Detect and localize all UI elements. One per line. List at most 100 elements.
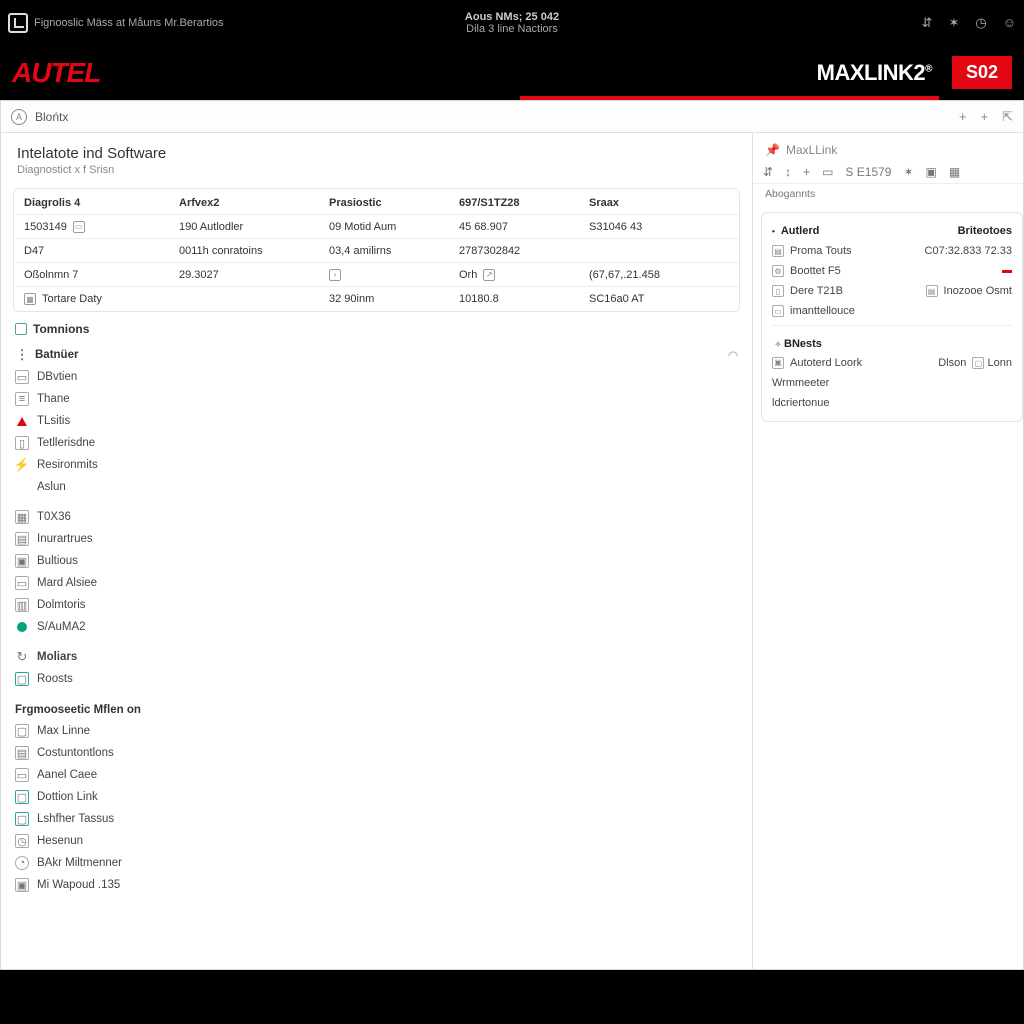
table-row[interactable]: D47 0011h conratoins 03,4 amilirns 27873… — [14, 239, 739, 263]
nav-item[interactable]: ▭DBvtien — [13, 366, 740, 388]
side-tool-4[interactable]: ▭ — [822, 165, 833, 179]
system-icon-2[interactable]: ✶ — [948, 15, 959, 31]
nav-item[interactable]: ▣Bultious — [13, 550, 740, 572]
nav-item[interactable]: ▤Costuntontlons — [13, 742, 740, 764]
col-header-1[interactable]: Diagrolis 4 — [24, 197, 179, 209]
data-grid: Diagrolis 4 Arfvex2 Prasiostic 697/S1TZ2… — [13, 188, 740, 312]
nav-item[interactable]: ≡Thane — [13, 388, 740, 410]
col-header-3[interactable]: Prasiostic — [329, 197, 459, 209]
nav-head-2[interactable]: Frgmooseetic Mflen on — [13, 698, 740, 720]
module-icon: ▣ — [15, 878, 29, 892]
brand-autel: AUTEL — [12, 57, 100, 89]
nav-item[interactable]: ▢Dottion Link — [13, 786, 740, 808]
side-row[interactable]: ldcriertonue — [772, 393, 1012, 413]
nav-item[interactable]: TLsitis — [13, 410, 740, 432]
breadcrumb-toolbar: A Blońtx + + ⇱ — [1, 101, 1023, 133]
home-icon[interactable]: A — [11, 109, 27, 125]
side-toolbar-label: Abogannts — [753, 184, 1023, 204]
page-icon: ▯ — [772, 285, 784, 297]
nav-item[interactable]: ▭Mard Alsiee — [13, 572, 740, 594]
table-row[interactable]: ▦Tortare Daty 32 90inm 10180.8 SC16a0 AT — [14, 287, 739, 311]
spark-icon: ✧ — [772, 339, 784, 351]
nav-item[interactable]: ◔BAkr Miltmenner — [13, 852, 740, 874]
side-row[interactable]: ⚙Boottet F5 — [772, 261, 1012, 281]
nav-item[interactable]: ▥Dolmtoris — [13, 594, 740, 616]
side-row[interactable]: ▣Autoterd Loork Dlson ▢ Lonn — [772, 353, 1012, 374]
pin-icon[interactable]: 📌 — [765, 143, 780, 157]
side-toolbar: ⇵ ↕ + ▭ S E1579 ✶ ▣ ▦ — [753, 161, 1023, 184]
shield-icon: ▢ — [15, 812, 29, 826]
side-tool-6[interactable]: ▣ — [926, 165, 937, 179]
nav-item[interactable]: ◷Hesenun — [13, 830, 740, 852]
spinner-icon: ◠ — [728, 348, 738, 362]
nav-item[interactable]: ▭Aanel Caee — [13, 764, 740, 786]
nav-item[interactable]: S/AuMA2 — [13, 616, 740, 638]
side-row[interactable]: ▭imanttellouce — [772, 301, 1012, 321]
nav-item[interactable]: ▢Lshfher Tassus — [13, 808, 740, 830]
row-expand-icon[interactable]: ▭ — [73, 221, 85, 233]
side-tool-5[interactable]: ✶ — [903, 165, 913, 179]
title-bar: Fignooslic Mäss at Måuns Mr.Berartios Ao… — [0, 0, 1024, 45]
list-icon: ≡ — [15, 392, 29, 406]
gear-icon: ⚙ — [772, 265, 784, 277]
system-icon-user[interactable]: ☺ — [1003, 15, 1016, 31]
nav-item[interactable]: ▢Max Linne — [13, 720, 740, 742]
page-title: Intelatote ind Software — [17, 145, 736, 162]
row-link-icon[interactable]: ↗ — [483, 269, 495, 281]
tool-icon: ▤ — [772, 245, 784, 257]
cube-icon: ▣ — [15, 554, 29, 568]
nav-item[interactable]: ▤Inurartrues — [13, 528, 740, 550]
nav-item[interactable]: ↻Moliars — [13, 646, 740, 668]
sq-icon: ▢ — [972, 357, 984, 369]
row-action-icon[interactable]: › — [329, 269, 341, 281]
status-dot-icon — [15, 620, 29, 634]
panel-icon: ▭ — [15, 768, 29, 782]
col-header-2[interactable]: Arfvex2 — [179, 197, 329, 209]
nav-item[interactable]: ⚡Resironmits — [13, 454, 740, 476]
toolbar-add-icon[interactable]: + — [959, 109, 967, 125]
grid-icon: ▤ — [15, 532, 29, 546]
calendar-icon: ▦ — [24, 293, 36, 305]
folder-icon — [15, 323, 27, 335]
warning-icon — [15, 414, 29, 428]
system-icon-1[interactable]: ⇵ — [922, 15, 933, 31]
db-icon: ▤ — [926, 285, 938, 297]
table-row[interactable]: 1503149▭ 190 Autlodler 09 Motid Aum 45 6… — [14, 215, 739, 239]
side-row[interactable]: Wrmmeeter — [772, 373, 1012, 393]
side-row[interactable]: ▯Dere T21B ▤Inozooe Osmt — [772, 281, 1012, 301]
side-tool-3[interactable]: + — [803, 165, 810, 179]
nav-item[interactable]: ▣Mi Wapoud .135 — [13, 874, 740, 896]
bolt-icon: ⚡ — [15, 458, 29, 472]
col-header-5[interactable]: Sraax — [589, 197, 689, 209]
app-menu-icon[interactable] — [8, 13, 28, 33]
nav-head-1[interactable]: ⋮ Batnüer ◠ — [13, 342, 740, 366]
tag-icon: ▢ — [15, 672, 29, 686]
toolbar-export-icon[interactable]: ⇱ — [1002, 109, 1013, 125]
nav-item[interactable]: ▦T0X36 — [13, 506, 740, 528]
gauge-icon: ◔ — [15, 856, 29, 870]
brand-badge: S02 — [952, 56, 1012, 89]
title-center-line1: Aous NMs; 25 042 — [465, 11, 559, 23]
side-tool-2[interactable]: ↕ — [785, 165, 791, 179]
toolbar-plus-icon[interactable]: + — [981, 109, 989, 125]
box-icon: ▭ — [15, 370, 29, 384]
side-row[interactable]: ▤Proma Touts C07:32.833 72.33 — [772, 241, 1012, 261]
section-tomnions[interactable]: Tomnions — [13, 316, 740, 342]
nav-item[interactable]: ▯Tetllerisdne — [13, 432, 740, 454]
side-tool-7[interactable]: ▦ — [949, 165, 960, 179]
nav-item[interactable]: Aslun — [13, 476, 740, 498]
col-header-4[interactable]: 697/S1TZ28 — [459, 197, 589, 209]
stack-icon: ▤ — [15, 746, 29, 760]
system-icon-clock[interactable]: ◷ — [975, 15, 986, 31]
card-icon: ▭ — [15, 576, 29, 590]
side-tool-1[interactable]: ⇵ — [763, 165, 773, 179]
link-icon: ▢ — [15, 790, 29, 804]
chip-icon: ▦ — [15, 510, 29, 524]
square-icon: ▢ — [15, 724, 29, 738]
table-row[interactable]: Oßolnmn 7 29.3027 › Orh↗ (67,67,.21.458 — [14, 263, 739, 287]
doc-icon: ▯ — [15, 436, 29, 450]
lock-icon: ▣ — [772, 357, 784, 369]
breadcrumb-text[interactable]: Blońtx — [35, 110, 68, 124]
grip-icon: ⋮ — [15, 348, 29, 362]
nav-item[interactable]: ▢Roosts — [13, 668, 740, 690]
